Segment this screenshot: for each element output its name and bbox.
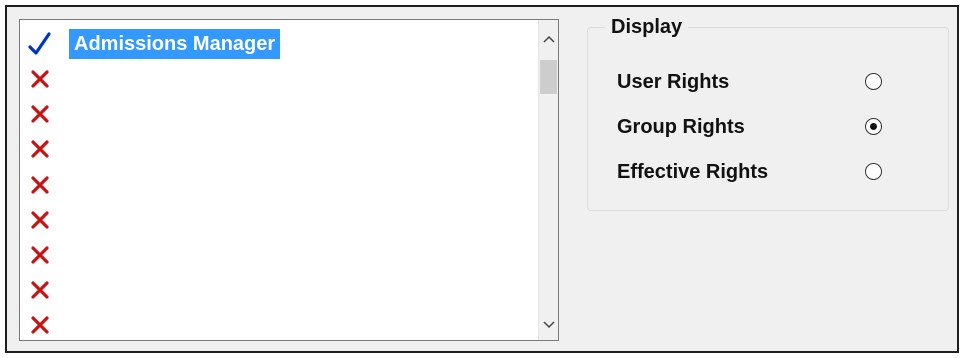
list-item[interactable] [20,239,538,271]
radio-button[interactable] [865,163,882,180]
cross-icon [28,206,52,234]
list-item-label [69,99,79,129]
list-item-label [69,64,79,94]
list-item[interactable] [20,133,538,165]
list-item[interactable] [20,204,538,236]
chevron-down-icon [542,316,555,334]
cross-icon [28,65,52,93]
scroll-down-button[interactable] [539,312,558,338]
radio-label: User Rights [617,71,730,93]
radio-button[interactable] [865,73,882,90]
cross-icon [28,100,52,128]
list-item-label [69,240,79,270]
group-list[interactable]: Admissions Manager [19,19,559,341]
radio-button[interactable] [865,118,882,135]
cross-icon [28,311,52,339]
group-list-items: Admissions Manager [20,20,538,340]
radio-label: Effective Rights [617,161,769,183]
scroll-up-button[interactable] [539,26,558,52]
cross-icon [28,276,52,304]
radio-user-rights[interactable]: User Rights [611,65,911,99]
list-item[interactable] [20,169,538,201]
list-item-label [69,134,79,164]
list-item-label [69,275,79,305]
vertical-scrollbar[interactable] [538,20,558,340]
list-item[interactable] [20,98,538,130]
scrollbar-thumb[interactable] [540,60,557,94]
list-item[interactable]: Admissions Manager [20,28,538,60]
list-item-label [69,310,79,340]
list-item-label [69,170,79,200]
radio-effective-rights[interactable]: Effective Rights [611,155,911,189]
display-legend: Display [605,11,689,43]
list-item[interactable] [20,274,538,306]
list-item[interactable] [20,309,538,340]
rights-panel: Admissions Manager Display User Rights G… [5,5,959,353]
radio-group-rights[interactable]: Group Rights [611,110,911,144]
chevron-up-icon [542,30,555,48]
radio-selected-dot [870,123,877,130]
cross-icon [28,171,52,199]
radio-label: Group Rights [617,116,745,138]
cross-icon [28,135,52,163]
list-item[interactable] [20,63,538,95]
check-icon [28,30,52,58]
list-item-label [69,205,79,235]
list-item-label: Admissions Manager [69,29,281,59]
cross-icon [28,241,52,269]
